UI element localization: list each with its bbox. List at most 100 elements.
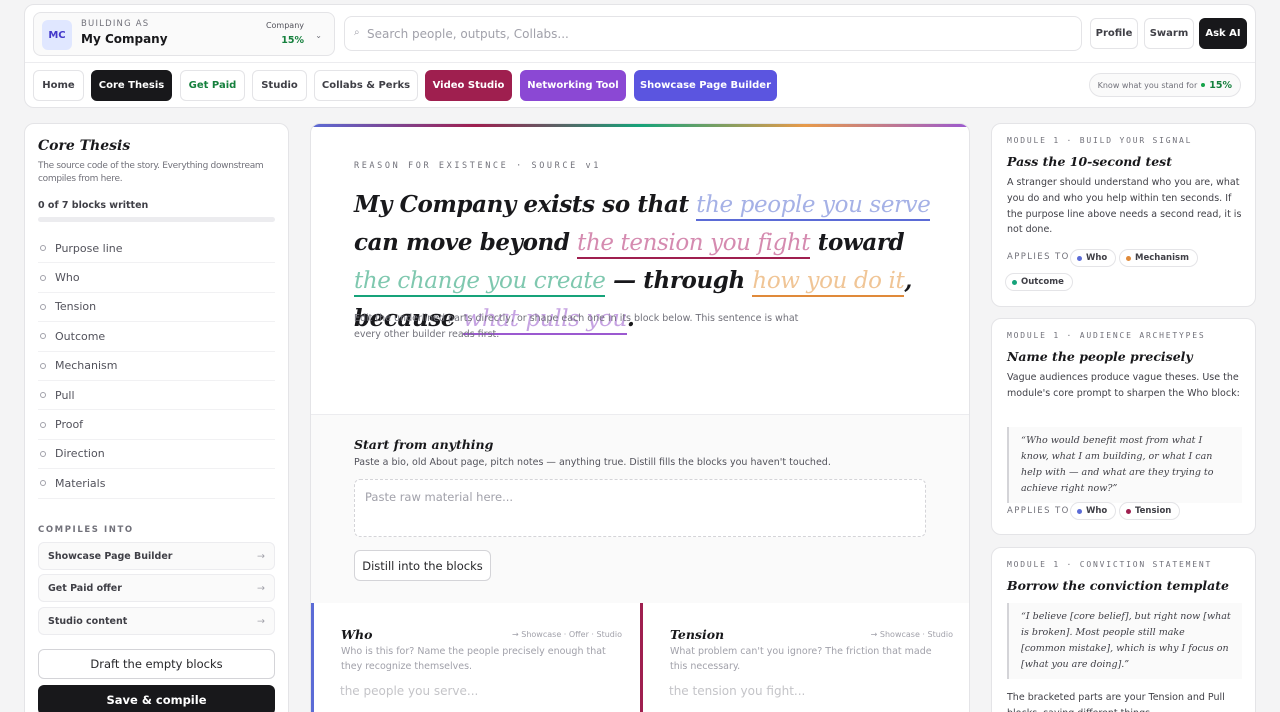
- dot-icon: [1126, 255, 1131, 261]
- sidebar-item-direction[interactable]: Direction: [38, 440, 275, 470]
- empty-circle-icon: [40, 421, 46, 428]
- tension-input[interactable]: [669, 679, 939, 703]
- building-as-label: BUILDING AS: [81, 19, 150, 29]
- sidebar-item-outcome[interactable]: Outcome: [38, 322, 275, 352]
- applies-to-label: APPLIES TO: [1007, 252, 1070, 262]
- module-text: The bracketed parts are your Tension and…: [1007, 692, 1225, 712]
- chip-tension[interactable]: Tension: [1119, 502, 1181, 520]
- dot-icon: [1126, 508, 1131, 514]
- chevron-down-icon[interactable]: ⌄: [315, 31, 322, 40]
- stand-value: 15%: [1209, 79, 1232, 91]
- section-kicker: REASON FOR EXISTENCE · SOURCE v1: [354, 161, 601, 171]
- empty-circle-icon: [40, 362, 46, 369]
- sidebar-title: Core Thesis: [38, 138, 131, 154]
- block-card-question: What problem can't you ignore? The frict…: [670, 646, 932, 672]
- compiles-into-get-paid[interactable]: Get Paid offer →: [38, 574, 275, 602]
- tab-collabs-perks[interactable]: Collabs & Perks: [314, 70, 418, 101]
- start-description: Paste a bio, old About page, pitch notes…: [354, 457, 831, 468]
- empty-circle-icon: [40, 245, 46, 252]
- draft-empty-blocks-button[interactable]: Draft the empty blocks: [38, 649, 275, 679]
- raw-material-textarea[interactable]: [354, 479, 926, 537]
- thesis-field-who[interactable]: the people you serve: [696, 192, 931, 221]
- module-text: Vague audiences produce vague theses. Us…: [1007, 372, 1240, 399]
- block-card-route: → Showcase · Offer · Studio: [512, 630, 622, 639]
- top-header: MC BUILDING AS My Company Company 15% ⌄ …: [24, 4, 1256, 108]
- sidebar: Core Thesis The source code of the story…: [24, 123, 289, 712]
- arrow-right-icon: →: [257, 615, 265, 627]
- tab-core-thesis[interactable]: Core Thesis: [91, 70, 172, 101]
- sidebar-item-tension[interactable]: Tension: [38, 293, 275, 323]
- company-avatar: MC: [42, 20, 72, 50]
- module-quote: “Who would benefit most from what I know…: [1007, 427, 1242, 503]
- module-text: A stranger should understand who you are…: [1007, 177, 1242, 236]
- sidebar-item-pull[interactable]: Pull: [38, 381, 275, 411]
- sidebar-item-materials[interactable]: Materials: [38, 469, 275, 499]
- compiles-into-studio[interactable]: Studio content →: [38, 607, 275, 635]
- search-bar[interactable]: ⌕: [344, 16, 1082, 51]
- empty-circle-icon: [40, 333, 46, 340]
- sidebar-item-mechanism[interactable]: Mechanism: [38, 352, 275, 381]
- module-kicker: MODULE 1 · BUILD YOUR SIGNAL: [1007, 136, 1193, 145]
- tab-showcase-page-builder[interactable]: Showcase Page Builder: [634, 70, 777, 101]
- ask-ai-button[interactable]: Ask AI: [1199, 18, 1247, 49]
- empty-circle-icon: [40, 303, 46, 310]
- thesis-field-how[interactable]: how you do it: [752, 268, 905, 297]
- company-label: Company: [265, 21, 304, 30]
- tab-home[interactable]: Home: [33, 70, 84, 101]
- sidebar-item-purpose-line[interactable]: Purpose line: [38, 234, 275, 264]
- tab-studio[interactable]: Studio: [252, 70, 307, 101]
- who-input[interactable]: [340, 679, 610, 703]
- tab-video-studio[interactable]: Video Studio: [425, 70, 512, 101]
- block-card-title: Tension: [670, 627, 725, 642]
- company-switcher[interactable]: MC BUILDING AS My Company Company 15% ⌄: [33, 12, 335, 56]
- search-icon: ⌕: [354, 27, 360, 38]
- thesis-field-change[interactable]: the change you create: [354, 268, 606, 297]
- company-progress: 15%: [281, 35, 304, 46]
- chip-who[interactable]: Who: [1070, 502, 1117, 520]
- block-card-title: Who: [341, 627, 373, 642]
- thesis-field-tension[interactable]: the tension you fight: [577, 230, 811, 259]
- tab-get-paid[interactable]: Get Paid: [180, 70, 245, 101]
- header-divider: [25, 62, 1255, 63]
- blocks-written-count: 0 of 7 blocks written: [38, 200, 149, 211]
- thesis-company: My Company: [354, 191, 516, 218]
- sidebar-item-proof[interactable]: Proof: [38, 410, 275, 440]
- stand-progress-pill: Know what you stand for 15%: [1088, 73, 1241, 97]
- distill-button[interactable]: Distill into the blocks: [354, 550, 491, 581]
- module-kicker: MODULE 1 · CONVICTION STATEMENT: [1007, 560, 1213, 569]
- block-card-tension: Tension → Showcase · Studio What problem…: [640, 603, 969, 712]
- blocks-progress-bar: [38, 217, 275, 222]
- compiles-into-showcase[interactable]: Showcase Page Builder →: [38, 542, 275, 570]
- thesis-editor: REASON FOR EXISTENCE · SOURCE v1 My Comp…: [310, 123, 970, 712]
- empty-circle-icon: [40, 392, 46, 399]
- chip-mechanism[interactable]: Mechanism: [1119, 249, 1198, 267]
- sidebar-item-who[interactable]: Who: [38, 263, 275, 293]
- rainbow-accent-bar: [311, 124, 969, 127]
- module-quote: “I believe [core belief], but right now …: [1007, 603, 1242, 679]
- dot-icon: [1077, 508, 1082, 514]
- chip-who[interactable]: Who: [1070, 249, 1117, 267]
- module-kicker: MODULE 1 · AUDIENCE ARCHETYPES: [1007, 331, 1206, 340]
- start-from-anything-section: Start from anything Paste a bio, old Abo…: [311, 415, 969, 603]
- swarm-button[interactable]: Swarm: [1144, 18, 1194, 49]
- search-input[interactable]: [367, 17, 1067, 50]
- module-card-audience: MODULE 1 · AUDIENCE ARCHETYPES Name the …: [991, 318, 1256, 535]
- save-compile-button[interactable]: Save & compile: [38, 685, 275, 712]
- empty-circle-icon: [40, 450, 46, 457]
- thesis-help-text: Edit the underlined parts directly, or s…: [354, 313, 799, 340]
- module-card-conviction: MODULE 1 · CONVICTION STATEMENT Borrow t…: [991, 547, 1256, 712]
- empty-circle-icon: [40, 480, 46, 487]
- module-title: Name the people precisely: [1007, 349, 1193, 364]
- chip-outcome[interactable]: Outcome: [1005, 273, 1073, 291]
- arrow-right-icon: →: [257, 582, 265, 594]
- block-card-route: → Showcase · Studio: [870, 630, 953, 639]
- dot-icon: [1012, 279, 1017, 285]
- sidebar-subtitle: The source code of the story. Everything…: [38, 161, 264, 184]
- arrow-right-icon: →: [257, 550, 265, 562]
- company-name: My Company: [81, 32, 168, 46]
- block-list: Purpose line Who Tension Outcome Mechani…: [38, 234, 275, 499]
- tab-networking-tool[interactable]: Networking Tool: [520, 70, 626, 101]
- start-title: Start from anything: [354, 437, 494, 452]
- profile-button[interactable]: Profile: [1090, 18, 1138, 49]
- empty-circle-icon: [40, 274, 46, 281]
